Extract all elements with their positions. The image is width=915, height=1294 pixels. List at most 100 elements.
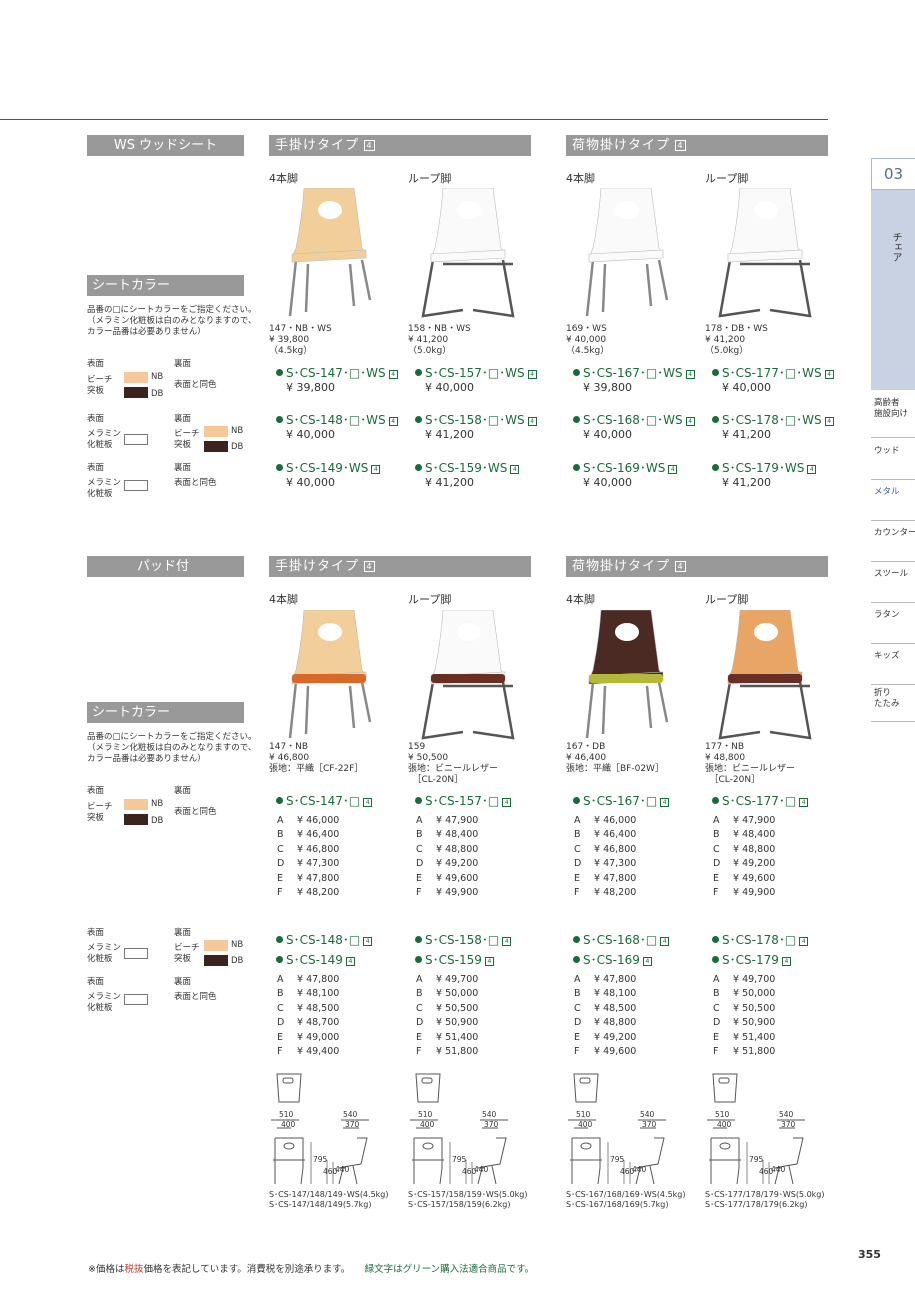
back-label: 裏面: [174, 928, 192, 938]
product-price: ¥ 39,800: [286, 381, 335, 394]
product-code: S･CS-159 4: [415, 953, 494, 967]
price-list: A ¥ 49,700 B ¥ 50,000 C ¥ 50,500 D ¥ 50,900 E ¥ 5…: [416, 974, 479, 1058]
beech-label: ビーチ 突板: [87, 375, 113, 396]
back-label: 裏面: [174, 414, 192, 424]
swatch-nb: [204, 940, 228, 951]
back-label: 裏面: [174, 977, 192, 987]
dimension-caption: S･CS-157/158/159･WS(5.0kg) S･CS-157/158/…: [408, 1190, 528, 1209]
side-tab-2[interactable]: メタル: [871, 487, 915, 521]
front-label: 表面: [87, 977, 105, 987]
dimension-value: 440: [771, 1165, 786, 1174]
chapter-number-tab[interactable]: 03: [871, 158, 915, 190]
leg-type-label: ループ脚: [408, 593, 452, 606]
db-label: DB: [231, 442, 244, 452]
product-label: 169・WS ¥ 40,000 （4.5kg）: [566, 324, 610, 356]
section-title-wood-seat: WS ウッドシート: [87, 135, 244, 156]
product-price: ¥ 41,200: [425, 428, 474, 441]
swatch-nb: [124, 799, 148, 810]
product-code: S･CS-167･□ 4: [573, 794, 670, 808]
product-price: ¥ 40,000: [286, 428, 335, 441]
leg-type-label: ループ脚: [705, 172, 749, 185]
side-tab-5[interactable]: ラタン: [871, 610, 915, 644]
swatch-db: [204, 955, 228, 966]
chair-image: [585, 610, 669, 739]
side-tab-1[interactable]: ウッド: [871, 446, 915, 480]
product-label: 159 ¥ 50,500 張地：ビニールレザー ［CL-20N］: [408, 742, 499, 785]
product-price: ¥ 40,000: [286, 476, 335, 489]
product-code: S･CS-147･□･WS 4: [276, 366, 398, 380]
price-list: A ¥ 47,900 B ¥ 48,400 C ¥ 48,800 D ¥ 49,200 E ¥ 4…: [713, 815, 776, 899]
swatch-white: [124, 994, 148, 1005]
dimension-value: 440: [474, 1165, 489, 1174]
product-code: S･CS-157･□ 4: [415, 794, 512, 808]
chapter-tab-chair[interactable]: チェア: [871, 190, 915, 390]
dimension-value: 370: [642, 1120, 657, 1129]
nb-label: NB: [151, 799, 164, 809]
dimension-caption: S･CS-167/168/169･WS(4.5kg) S･CS-167/168/…: [566, 1190, 686, 1209]
dimension-value: 370: [484, 1120, 499, 1129]
swatch-white: [124, 948, 148, 959]
product-code: S･CS-169･WS 4: [573, 461, 678, 475]
product-price: ¥ 40,000: [425, 381, 474, 394]
leg-type-label: 4本脚: [566, 172, 595, 185]
product-code: S･CS-157･□･WS 4: [415, 366, 537, 380]
seat-color-title-1: シートカラー: [87, 275, 244, 296]
dimension-caption: S･CS-177/178/179･WS(5.0kg) S･CS-177/178/…: [705, 1190, 825, 1209]
price-list: A ¥ 47,800 B ¥ 48,100 C ¥ 48,500 D ¥ 48,800 E ¥ 4…: [574, 974, 637, 1058]
product-code: S･CS-179･WS 4: [712, 461, 817, 475]
chair-image: [585, 188, 669, 317]
dimension-value: 795: [749, 1155, 764, 1164]
product-code: S･CS-178･□･WS 4: [712, 413, 834, 427]
product-code: S･CS-177･□･WS 4: [712, 366, 834, 380]
swatch-nb: [204, 426, 228, 437]
dimension-value: 795: [313, 1155, 328, 1164]
swatch-white: [124, 480, 148, 491]
side-tab-6[interactable]: キッズ: [871, 651, 915, 685]
product-label: 177・NB ¥ 48,800 張地：ビニールレザー ［CL-20N］: [705, 742, 796, 785]
same-label: 表面と同色: [174, 992, 217, 1002]
beech-label: ビーチ 突板: [87, 802, 113, 823]
price-list: A ¥ 49,700 B ¥ 50,000 C ¥ 50,500 D ¥ 50,900 E ¥ 5…: [713, 974, 776, 1058]
side-tab-7[interactable]: 折り たたみ: [871, 688, 915, 722]
swatch-db: [124, 387, 148, 398]
product-price: ¥ 40,000: [722, 381, 771, 394]
dimension-value: 400: [717, 1120, 732, 1129]
product-code: S･CS-159･WS 4: [415, 461, 520, 475]
product-code: S･CS-168･□･WS 4: [573, 413, 695, 427]
top-rule: [0, 119, 828, 120]
dimension-value: 795: [610, 1155, 625, 1164]
side-tab-0[interactable]: 高齢者 施設向け: [871, 398, 915, 438]
leg-type-label: 4本脚: [566, 593, 595, 606]
product-price: ¥ 40,000: [583, 428, 632, 441]
dimension-value: 370: [781, 1120, 796, 1129]
bar-hand-type-2: 手掛けタイプ 4: [269, 556, 531, 577]
leg-type-label: ループ脚: [408, 172, 452, 185]
beech-label: ビーチ 突板: [174, 429, 200, 450]
side-tab-3[interactable]: カウンター: [871, 528, 915, 562]
chair-image: [421, 188, 515, 318]
seat-color-note: 品番の□にシートカラーをご指定ください。 （メラミン化粧板は白のみとなりますので…: [87, 732, 257, 764]
front-label: 表面: [87, 928, 105, 938]
bar-luggage-type-1: 荷物掛けタイプ 4: [566, 135, 828, 156]
same-label: 表面と同色: [174, 380, 217, 390]
product-code: S･CS-148･□ 4: [276, 933, 373, 947]
db-label: DB: [151, 389, 164, 399]
same-label: 表面と同色: [174, 807, 217, 817]
price-list: A ¥ 47,900 B ¥ 48,400 C ¥ 48,800 D ¥ 49,200 E ¥ 4…: [416, 815, 479, 899]
product-label: 147・NB・WS ¥ 39,800 （4.5kg）: [269, 324, 332, 356]
seat-color-title-2: シートカラー: [87, 702, 244, 723]
chapter-label: チェア: [890, 232, 901, 262]
chair-image: [718, 188, 812, 318]
product-price: ¥ 41,200: [425, 476, 474, 489]
product-code: S･CS-149･WS 4: [276, 461, 381, 475]
side-tab-4[interactable]: スツール: [871, 569, 915, 603]
product-code: S･CS-158･□ 4: [415, 933, 512, 947]
dimension-value: 400: [281, 1120, 296, 1129]
swatch-white: [124, 434, 148, 445]
nb-label: NB: [231, 426, 244, 436]
product-label: 147・NB ¥ 46,800 張地：平織［CF-22F］: [269, 742, 364, 774]
swatch-db: [204, 441, 228, 452]
product-code: S･CS-149 4: [276, 953, 355, 967]
product-code: S･CS-179 4: [712, 953, 791, 967]
dimension-value: 370: [345, 1120, 360, 1129]
